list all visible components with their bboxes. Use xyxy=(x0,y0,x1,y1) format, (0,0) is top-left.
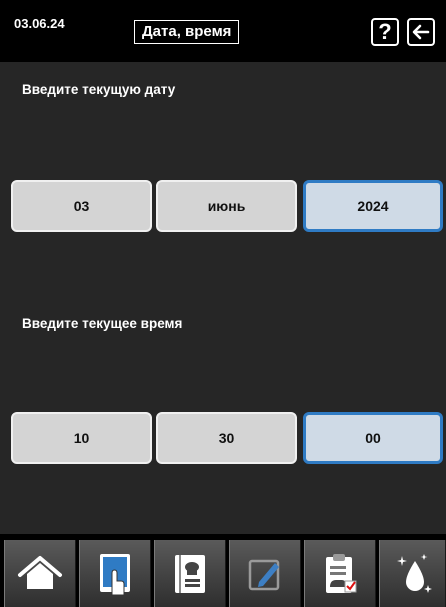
month-button[interactable]: июнь xyxy=(156,180,297,232)
touch-icon xyxy=(100,553,130,595)
time-section-label: Введите текущее время xyxy=(22,316,183,331)
date-section-label: Введите текущую дату xyxy=(22,82,176,97)
nav-home-button[interactable] xyxy=(4,540,76,607)
help-icon: ? xyxy=(378,19,392,44)
header-bar: 03.06.24 Дата, время ? xyxy=(0,0,446,58)
current-date: 03.06.24 xyxy=(14,16,65,31)
haccp-clipboard-icon xyxy=(326,553,357,593)
day-button[interactable]: 03 xyxy=(11,180,152,232)
hours-button[interactable]: 10 xyxy=(11,412,152,464)
settings-panel: Введите текущую дату 03 июнь 2024 Введит… xyxy=(0,62,446,534)
nav-touch-button[interactable] xyxy=(79,540,151,607)
nav-recipes-button[interactable] xyxy=(154,540,226,607)
recipe-book-icon xyxy=(175,554,205,593)
back-button[interactable] xyxy=(407,18,435,46)
year-button[interactable]: 2024 xyxy=(303,180,443,232)
page-title: Дата, время xyxy=(134,20,240,44)
nav-cleaning-button[interactable] xyxy=(379,540,446,607)
bottom-nav-bar xyxy=(0,534,446,607)
nav-haccp-button[interactable] xyxy=(304,540,376,607)
help-button[interactable]: ? xyxy=(371,18,399,46)
seconds-button[interactable]: 00 xyxy=(303,412,443,464)
nav-edit-button[interactable] xyxy=(229,540,301,607)
home-icon xyxy=(18,555,62,589)
cleaning-drop-icon xyxy=(396,553,432,593)
minutes-button[interactable]: 30 xyxy=(156,412,297,464)
edit-pencil-icon xyxy=(248,559,280,590)
back-arrow-icon xyxy=(412,24,430,40)
